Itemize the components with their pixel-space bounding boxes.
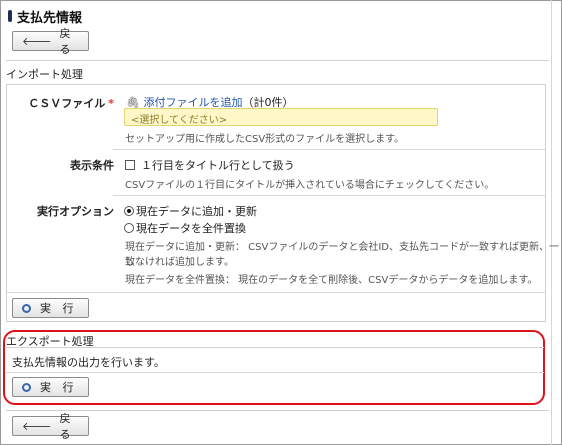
page-title: 支払先情報	[17, 10, 83, 26]
radio-append-update-input[interactable]	[124, 206, 134, 216]
option-note-2: しなければ追加します。	[125, 257, 234, 268]
display-note: CSVファイルの１行目にタイトルが挿入されている場合にチェックしてください。	[125, 180, 495, 191]
back-button-top[interactable]: 🡐 戻 る	[12, 27, 89, 56]
export-header-divider	[6, 347, 544, 348]
arrow-left-icon: 🡐	[22, 420, 52, 433]
export-footer-divider	[6, 372, 544, 373]
title-row-checkbox-label: １行目をタイトル行として扱う	[141, 159, 295, 172]
csv-file-label: ＣＳＶファイル *	[28, 97, 114, 110]
page-title-bar: 支払先情報	[8, 7, 83, 26]
radio-replace-all-input[interactable]	[124, 223, 134, 233]
import-section-label: インポート処理	[6, 68, 83, 81]
option-note-3: 現在データを全件置換： 現在のデータを全て削除後、CSVデータからデータを追加し…	[125, 275, 538, 286]
circle-icon	[22, 303, 31, 313]
export-description: 支払先情報の出力を行います。	[12, 356, 165, 369]
back-button-bottom[interactable]: 🡐 戻 る	[12, 412, 89, 441]
circle-icon	[22, 382, 31, 392]
title-row-checkbox[interactable]	[125, 160, 135, 170]
arrow-left-icon: 🡐	[22, 35, 52, 48]
export-run-button[interactable]: 実 行	[12, 377, 89, 397]
radio-append-update[interactable]: 現在データに追加・更新	[124, 203, 257, 219]
row-divider	[113, 149, 545, 150]
display-condition-label: 表示条件	[70, 159, 114, 172]
required-mark: *	[108, 97, 114, 110]
run-option-label: 実行オプション	[37, 205, 114, 218]
csv-file-selector[interactable]: <選択してください>	[124, 108, 438, 126]
title-row-checkbox-wrap[interactable]: １行目をタイトル行として扱う	[125, 157, 295, 173]
header-divider	[6, 60, 549, 61]
row-divider	[113, 195, 545, 196]
import-footer-divider	[6, 292, 546, 293]
radio-replace-all[interactable]: 現在データを全件置換	[124, 220, 246, 236]
csv-note: セットアップ用に作成したCSV形式のファイルを選択します。	[125, 134, 405, 145]
import-run-button[interactable]: 実 行	[12, 298, 89, 318]
title-marker-icon	[8, 10, 12, 22]
scroll-edge	[551, 0, 552, 445]
